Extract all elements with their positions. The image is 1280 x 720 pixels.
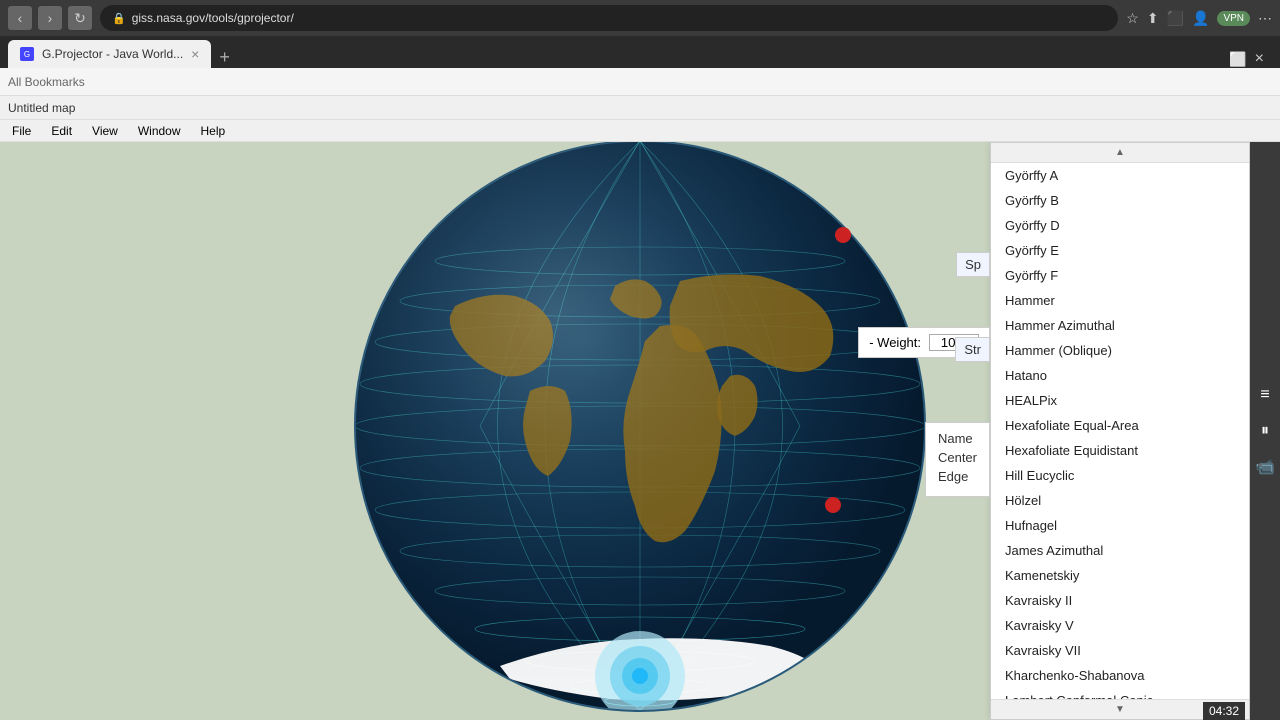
time-value: 04:32: [1209, 704, 1239, 718]
menu-edit[interactable]: Edit: [43, 122, 80, 140]
share-button[interactable]: ⬆: [1147, 10, 1159, 27]
projection-list-item[interactable]: Györffy A: [991, 163, 1249, 188]
right-sidebar: ≡ ⏸ 📹: [1250, 142, 1280, 720]
sidebar-video-button[interactable]: 📹: [1253, 455, 1277, 479]
projection-list-item[interactable]: Györffy E: [991, 238, 1249, 263]
record-button-2[interactable]: [825, 497, 841, 513]
address-bar[interactable]: 🔒 giss.nasa.gov/tools/gprojector/: [100, 5, 1118, 31]
globe-svg: [300, 142, 980, 720]
map-area: - Weight: Sp Str Name Center Edge ▲ Gyö: [0, 142, 1280, 720]
lock-icon: 🔒: [112, 12, 126, 25]
projection-list-item[interactable]: Hufnagel: [991, 513, 1249, 538]
app-title: Untitled map: [8, 101, 75, 115]
star-button[interactable]: ☆: [1126, 10, 1139, 27]
profile-button[interactable]: 👤: [1192, 10, 1209, 27]
tab-title: G.Projector - Java World...: [42, 47, 183, 61]
menu-button[interactable]: ⋯: [1258, 10, 1272, 27]
bookmarks-label: All Bookmarks: [8, 75, 85, 89]
projection-list-item[interactable]: Györffy F: [991, 263, 1249, 288]
projection-list[interactable]: Györffy AGyörffy BGyörffy DGyörffy EGyör…: [991, 163, 1249, 699]
forward-button[interactable]: ›: [38, 6, 62, 30]
projection-list-item[interactable]: Lambert Conformal Conic: [991, 688, 1249, 699]
back-button[interactable]: ‹: [8, 6, 32, 30]
projection-list-item[interactable]: Kavraisky VII: [991, 638, 1249, 663]
browser-action-buttons: ☆ ⬆ ⬛ 👤 VPN ⋯: [1126, 10, 1272, 27]
projection-list-item[interactable]: Kharchenko-Shabanova: [991, 663, 1249, 688]
app-container: Untitled map File Edit View Window Help: [0, 96, 1280, 720]
edge-row: Edge: [938, 469, 977, 484]
projection-list-item[interactable]: Hammer (Oblique): [991, 338, 1249, 363]
sidebar-menu-button[interactable]: ≡: [1253, 383, 1277, 407]
weight-label: - Weight:: [869, 335, 921, 350]
name-row: Name: [938, 431, 977, 446]
edge-label: Edge: [938, 469, 968, 484]
projection-list-item[interactable]: Györffy B: [991, 188, 1249, 213]
time-display: 04:32: [1203, 702, 1245, 720]
projection-list-item[interactable]: Hölzel: [991, 488, 1249, 513]
url-text: giss.nasa.gov/tools/gprojector/: [132, 11, 294, 25]
projection-list-item[interactable]: Kavraisky II: [991, 588, 1249, 613]
map-info-overlay: Name Center Edge: [925, 422, 990, 497]
center-label: Center: [938, 450, 977, 465]
projection-list-item[interactable]: Kamenetskiy: [991, 563, 1249, 588]
tab-bar: G G.Projector - Java World... × + ⬜ ×: [0, 36, 1280, 68]
sidebar-toggle[interactable]: ⬜: [1229, 51, 1246, 68]
projection-list-item[interactable]: Hexafoliate Equidistant: [991, 438, 1249, 463]
scroll-up-button[interactable]: ▲: [991, 143, 1249, 163]
projection-list-item[interactable]: Hexafoliate Equal-Area: [991, 413, 1249, 438]
bookmarks-bar: All Bookmarks: [0, 68, 1280, 96]
projection-list-item[interactable]: Györffy D: [991, 213, 1249, 238]
extensions-button[interactable]: ⬛: [1167, 10, 1184, 27]
center-row: Center: [938, 450, 977, 465]
projection-list-item[interactable]: James Azimuthal: [991, 538, 1249, 563]
reload-button[interactable]: ↻: [68, 6, 92, 30]
menu-view[interactable]: View: [84, 122, 126, 140]
projection-list-item[interactable]: Kavraisky V: [991, 613, 1249, 638]
new-tab-button[interactable]: +: [211, 47, 238, 68]
tab-close-button[interactable]: ×: [191, 46, 199, 62]
sp-area: Sp: [956, 252, 990, 277]
str-area: Str: [955, 337, 990, 362]
projection-list-item[interactable]: Hatano: [991, 363, 1249, 388]
projection-list-item[interactable]: Hammer: [991, 288, 1249, 313]
tab-favicon: G: [20, 47, 34, 61]
sidebar-pause-button[interactable]: ⏸: [1253, 419, 1277, 443]
name-label: Name: [938, 431, 973, 446]
browser-top-bar: ‹ › ↻ 🔒 giss.nasa.gov/tools/gprojector/ …: [0, 0, 1280, 36]
close-tab-button[interactable]: ×: [1255, 50, 1264, 68]
app-menu: File Edit View Window Help: [0, 120, 1280, 142]
active-tab[interactable]: G G.Projector - Java World... ×: [8, 40, 211, 68]
menu-help[interactable]: Help: [193, 122, 234, 140]
projection-list-item[interactable]: Hammer Azimuthal: [991, 313, 1249, 338]
projection-list-item[interactable]: HEALPix: [991, 388, 1249, 413]
projection-list-item[interactable]: Hill Eucyclic: [991, 463, 1249, 488]
projection-dropdown[interactable]: ▲ Györffy AGyörffy BGyörffy DGyörffy EGy…: [990, 142, 1250, 720]
menu-file[interactable]: File: [4, 122, 39, 140]
nav-controls: ‹ › ↻: [8, 6, 92, 30]
app-titlebar: Untitled map: [0, 96, 1280, 120]
record-button-1[interactable]: [835, 227, 851, 243]
vpn-badge: VPN: [1217, 11, 1250, 26]
menu-window[interactable]: Window: [130, 122, 189, 140]
